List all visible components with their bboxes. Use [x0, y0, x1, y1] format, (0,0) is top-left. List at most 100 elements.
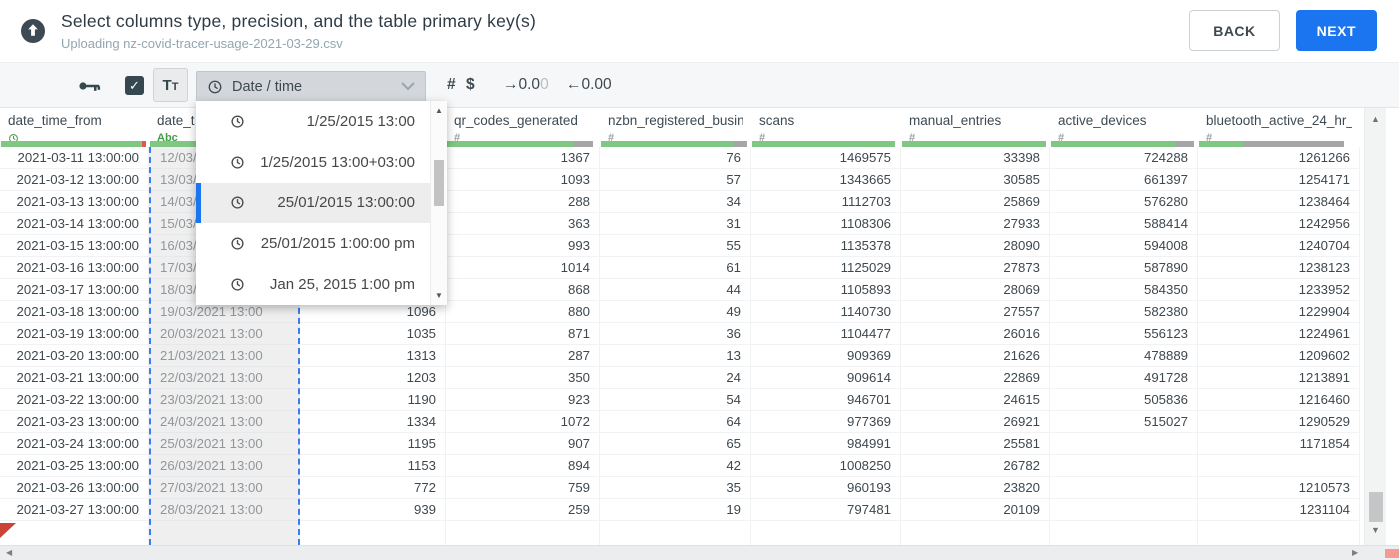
- table-cell: 24615: [901, 389, 1050, 411]
- primary-key-icon[interactable]: [78, 79, 101, 98]
- table-cell: 28/03/2021 13:00: [151, 499, 298, 521]
- table-cell: 1008250: [751, 455, 901, 477]
- table-cell: 1238123: [1198, 257, 1360, 279]
- table-cell: 923: [446, 389, 600, 411]
- table-cell: 27/03/2021 13:00: [151, 477, 298, 499]
- column-header[interactable]: nzbn_registered_busine #: [600, 108, 751, 147]
- dropdown-option[interactable]: 1/25/2015 13:00: [196, 101, 431, 142]
- table-cell: 661397: [1050, 169, 1198, 191]
- table-cell: 26/03/2021 13:00: [151, 455, 298, 477]
- table-cell-empty: [446, 521, 600, 545]
- scroll-down-icon[interactable]: ▼: [1365, 525, 1386, 535]
- table-cell: 868: [446, 279, 600, 301]
- dropdown-scrollbar[interactable]: ▲ ▼: [430, 101, 447, 305]
- table-cell: 350: [446, 367, 600, 389]
- datetime-format-select[interactable]: Date / time: [196, 71, 426, 102]
- table-cell: 2021-03-15 13:00:00: [0, 235, 149, 257]
- table-cell: 34: [600, 191, 751, 213]
- dropdown-option[interactable]: 1/25/2015 13:00+03:00: [196, 142, 431, 183]
- vertical-scrollbar-thumb[interactable]: [1369, 492, 1383, 522]
- column-quality-bar: [902, 141, 1047, 147]
- table-cell: 909369: [751, 345, 901, 367]
- decrease-decimal-button[interactable]: ←0.00: [566, 76, 612, 94]
- scroll-up-icon[interactable]: ▲: [1365, 114, 1386, 124]
- table-cell: 1261266: [1198, 147, 1360, 169]
- dropdown-option-label: 1/25/2015 13:00+03:00: [260, 153, 415, 171]
- table-cell: 1093: [446, 169, 600, 191]
- column-header[interactable]: manual_entries #: [901, 108, 1050, 147]
- dropdown-option[interactable]: 25/01/2015 13:00:00: [196, 182, 431, 224]
- dropdown-option[interactable]: 25/01/2015 1:00:00 pm: [196, 223, 431, 264]
- table-cell: 33398: [901, 147, 1050, 169]
- table-cell: 594008: [1050, 235, 1198, 257]
- table-cell: 556123: [1050, 323, 1198, 345]
- table-cell: 1343665: [751, 169, 901, 191]
- table-cell: 1203: [300, 367, 446, 389]
- currency-type-button[interactable]: $: [466, 76, 475, 94]
- scroll-left-icon[interactable]: ◀: [6, 548, 12, 557]
- table-cell: 1224961: [1198, 323, 1360, 345]
- table-cell: 30585: [901, 169, 1050, 191]
- quality-bar-segment: [752, 141, 896, 147]
- table-cell: 54: [600, 389, 751, 411]
- table-cell: 505836: [1050, 389, 1198, 411]
- dropdown-scrollbar-thumb[interactable]: [434, 160, 444, 206]
- column-header[interactable]: active_devices #: [1050, 108, 1198, 147]
- table-cell: 363: [446, 213, 600, 235]
- scroll-up-icon[interactable]: ▲: [431, 106, 447, 115]
- quality-bar-segment: [573, 141, 593, 147]
- scrollbar-error-marker: [1385, 549, 1399, 558]
- table-vertical-scrollbar[interactable]: ▲ ▼: [1364, 108, 1386, 545]
- text-type-button[interactable]: Tt: [153, 68, 188, 102]
- column-name: date_time_from: [8, 113, 102, 128]
- dropdown-option[interactable]: Jan 25, 2015 1:00 pm: [196, 264, 431, 305]
- table-cell: 65: [600, 433, 751, 455]
- table-cell: 28069: [901, 279, 1050, 301]
- back-button[interactable]: BACK: [1189, 10, 1280, 51]
- quality-bar-segment: [902, 141, 1046, 147]
- scroll-down-icon[interactable]: ▼: [431, 291, 447, 300]
- table-column-manual_entries: manual_entries #33398 30585 25869 27933 28090…: [901, 108, 1050, 545]
- column-header[interactable]: scans #: [751, 108, 901, 147]
- header-actions: BACK NEXT: [1189, 10, 1377, 51]
- table-cell: 23820: [901, 477, 1050, 499]
- table-cell: 1135378: [751, 235, 901, 257]
- table-cell-empty: [300, 521, 446, 545]
- column-header[interactable]: bluetooth_active_24_hr_ #: [1198, 108, 1360, 147]
- boolean-type-checkbox[interactable]: ✓: [125, 76, 144, 95]
- table-cell: 977369: [751, 411, 901, 433]
- table-cell: 1213891: [1198, 367, 1360, 389]
- increase-decimal-faded-digit: 0: [540, 76, 549, 93]
- table-cell: [1050, 433, 1198, 455]
- increase-decimal-button[interactable]: →0.00: [503, 76, 549, 94]
- table-cell: [1050, 499, 1198, 521]
- table-cell: 1254171: [1198, 169, 1360, 191]
- table-cell: 2021-03-24 13:00:00: [0, 433, 149, 455]
- column-header[interactable]: date_time_from: [0, 108, 149, 147]
- table-cell: 49: [600, 301, 751, 323]
- clock-icon: [231, 156, 244, 169]
- table-cell: 1209602: [1198, 345, 1360, 367]
- dropdown-option-label: 1/25/2015 13:00: [306, 112, 415, 130]
- table-cell: 26921: [901, 411, 1050, 433]
- clock-icon: [231, 115, 244, 128]
- table-cell: [1198, 455, 1360, 477]
- number-type-button[interactable]: #: [447, 76, 456, 94]
- table-cell: 259: [446, 499, 600, 521]
- table-cell: 2021-03-22 13:00:00: [0, 389, 149, 411]
- table-cell: 22/03/2021 13:00: [151, 367, 298, 389]
- column-quality-bar: [447, 141, 597, 147]
- datetime-format-dropdown: 1/25/2015 13:00 1/25/2015 13:00+03:00 25/0…: [196, 101, 447, 305]
- column-header[interactable]: qr_codes_generated #: [446, 108, 600, 147]
- table-cell: 2021-03-27 13:00:00: [0, 499, 149, 521]
- next-button[interactable]: NEXT: [1295, 10, 1377, 51]
- dropdown-option-label: 25/01/2015 1:00:00 pm: [260, 235, 415, 253]
- chevron-down-icon: [401, 82, 415, 91]
- table-cell: 1108306: [751, 213, 901, 235]
- table-cell: 42: [600, 455, 751, 477]
- table-cell: 1195: [300, 433, 446, 455]
- table-cell: 1072: [446, 411, 600, 433]
- table-cell: 25869: [901, 191, 1050, 213]
- table-horizontal-scrollbar[interactable]: ◀ ▶: [0, 545, 1399, 560]
- scroll-right-icon[interactable]: ▶: [1352, 548, 1358, 557]
